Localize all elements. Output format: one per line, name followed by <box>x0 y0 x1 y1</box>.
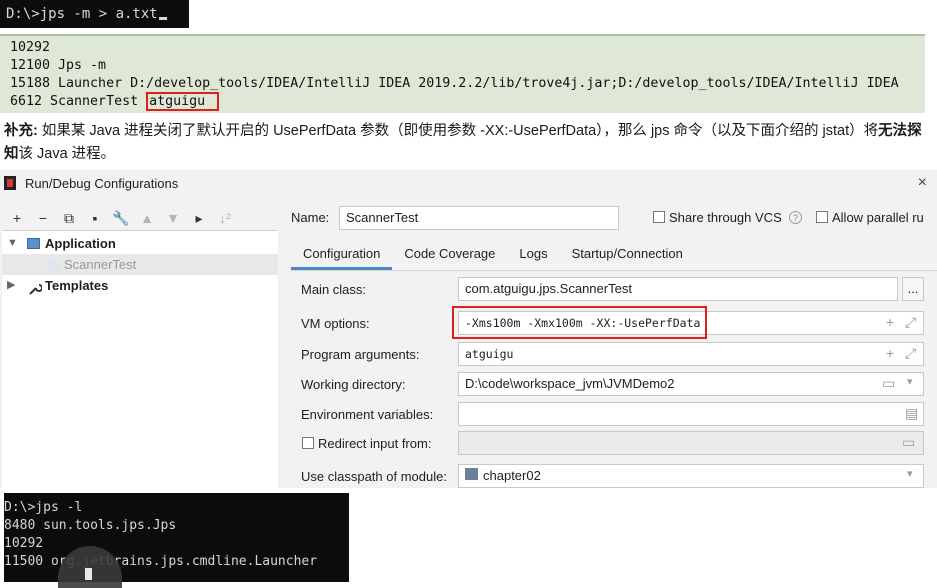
move-down-icon[interactable]: ▼ <box>160 210 186 226</box>
move-up-icon[interactable]: ▲ <box>134 210 160 226</box>
document-icon[interactable]: ▤ <box>905 405 918 422</box>
main-class-label: Main class: <box>301 282 367 297</box>
java-class-icon <box>46 258 60 272</box>
folder-icon[interactable]: ▸ <box>186 210 212 227</box>
note-text-2: 该 Java 进程。 <box>18 146 116 162</box>
note-text-1: 如果某 Java 进程关闭了默认开启的 UsePerfData 参数（即使用参数… <box>37 123 879 139</box>
output-line: 15188 Launcher D:/develop_tools/IDEA/Int… <box>10 76 899 91</box>
working-dir-input[interactable]: D:\code\workspace_jvm\JVMDemo2 <box>458 372 924 396</box>
allow-parallel-checkbox[interactable] <box>816 211 828 223</box>
working-dir-label: Working directory: <box>301 377 406 392</box>
dialog-title: Run/Debug Configurations <box>25 176 179 191</box>
dialog-title-bar: Run/Debug Configurations × <box>0 170 937 198</box>
intellij-app-icon <box>4 176 16 190</box>
tab-logs[interactable]: Logs <box>507 240 559 270</box>
help-icon[interactable]: ? <box>789 211 802 224</box>
chevron-down-icon[interactable]: ▾ <box>907 467 913 480</box>
expand-arrows-icon[interactable]: ⤢ <box>905 314 916 331</box>
redirect-input-label: Redirect input from: <box>318 436 432 451</box>
config-tree: ▼ Application ScannerTest ▶ Templates <box>2 230 278 488</box>
program-args-input[interactable]: atguigu <box>458 342 924 366</box>
supplement-note: 补充: 如果某 Java 进程关闭了默认开启的 UsePerfData 参数（即… <box>4 120 929 166</box>
terminal-command-text: D:\>jps -m > a.txt <box>6 6 158 22</box>
tree-node-label: ScannerTest <box>64 257 137 272</box>
chevron-down-icon[interactable]: ▾ <box>907 375 913 388</box>
output-line: 6612 ScannerTest atguigu <box>10 92 925 111</box>
folder-icon[interactable]: ▭ <box>882 375 895 392</box>
tree-node-scannertest[interactable]: ScannerTest <box>2 254 278 275</box>
add-config-icon[interactable]: + <box>4 210 30 226</box>
name-input[interactable]: ScannerTest <box>339 206 619 230</box>
tab-startup-connection[interactable]: Startup/Connection <box>560 240 695 270</box>
jps-output-block: 10292 12100 Jps -m 15188 Launcher D:/dev… <box>0 34 925 113</box>
terminal-cursor <box>85 568 92 580</box>
share-vcs-label: Share through VCS <box>669 210 782 225</box>
program-args-label: Program arguments: <box>301 347 420 362</box>
main-class-input[interactable]: com.atguigu.jps.ScannerTest <box>458 277 898 301</box>
save-config-icon[interactable]: ▪ <box>82 210 108 226</box>
terminal-line: D:\>jps -l <box>4 500 83 515</box>
output-line: 12100 Jps -m <box>10 58 107 73</box>
expand-arrows-icon[interactable]: ⤢ <box>905 345 916 362</box>
wrench-icon <box>28 280 43 295</box>
module-icon <box>465 468 478 480</box>
tree-node-application[interactable]: ▼ Application <box>2 233 278 254</box>
config-editor-panel: Name: ScannerTest Share through VCS ? Al… <box>281 198 937 488</box>
share-vcs-checkbox[interactable] <box>653 211 665 223</box>
terminal-line: 11500 org.jetbrains.jps.cmdline.Launcher <box>4 554 318 569</box>
tree-node-label: Templates <box>45 278 109 293</box>
tab-configuration[interactable]: Configuration <box>291 240 393 270</box>
expand-plus-icon[interactable]: + <box>886 345 894 361</box>
close-icon[interactable]: × <box>918 174 927 192</box>
config-toolbar: + − ⧉ ▪ 🔧 ▲ ▼ ▸ ↓² <box>4 208 238 228</box>
output-highlight-arg: atguigu <box>146 92 220 111</box>
env-vars-input[interactable] <box>458 402 924 426</box>
folder-icon: ▭ <box>902 434 916 450</box>
vm-options-label: VM options: <box>301 316 370 331</box>
tree-node-templates[interactable]: ▶ Templates <box>2 275 278 296</box>
copy-config-icon[interactable]: ⧉ <box>56 210 82 227</box>
terminal-cursor <box>158 17 167 20</box>
run-debug-configurations-dialog: Run/Debug Configurations × + − ⧉ ▪ 🔧 ▲ ▼… <box>0 170 937 488</box>
env-vars-label: Environment variables: <box>301 407 434 422</box>
output-line: 10292 <box>10 40 51 55</box>
browse-button[interactable]: ... <box>902 277 924 301</box>
vm-options-highlight <box>452 306 707 339</box>
sort-icon[interactable]: ↓² <box>212 210 238 226</box>
classpath-module-select[interactable]: chapter02 <box>458 464 924 488</box>
chevron-right-icon[interactable]: ▶ <box>7 275 17 296</box>
tab-code-coverage[interactable]: Code Coverage <box>392 240 507 270</box>
terminal-command-window: D:\>jps -m > a.txt <box>0 0 189 28</box>
terminal-jps-l-window: D:\>jps -l 8480 sun.tools.jps.Jps 10292 … <box>4 493 349 582</box>
expand-plus-icon[interactable]: + <box>886 314 894 330</box>
chevron-down-icon[interactable]: ▼ <box>7 233 18 254</box>
terminal-line: 8480 sun.tools.jps.Jps <box>4 518 177 533</box>
wrench-icon[interactable]: 🔧 <box>108 210 134 227</box>
tab-divider <box>291 270 937 271</box>
allow-parallel-label: Allow parallel ru <box>832 210 924 225</box>
redirect-input-field <box>458 431 924 455</box>
redirect-input-checkbox[interactable] <box>302 437 314 449</box>
output-line-text: 6612 ScannerTest <box>10 94 139 109</box>
config-tabs: Configuration Code Coverage Logs Startup… <box>291 240 695 270</box>
remove-config-icon[interactable]: − <box>30 210 56 226</box>
tree-node-label: Application <box>45 236 116 251</box>
application-icon <box>27 238 40 249</box>
name-label: Name: <box>291 210 330 225</box>
classpath-module-label: Use classpath of module: <box>301 469 447 484</box>
note-lead: 补充: <box>4 123 38 139</box>
terminal-line: 10292 <box>4 536 44 551</box>
